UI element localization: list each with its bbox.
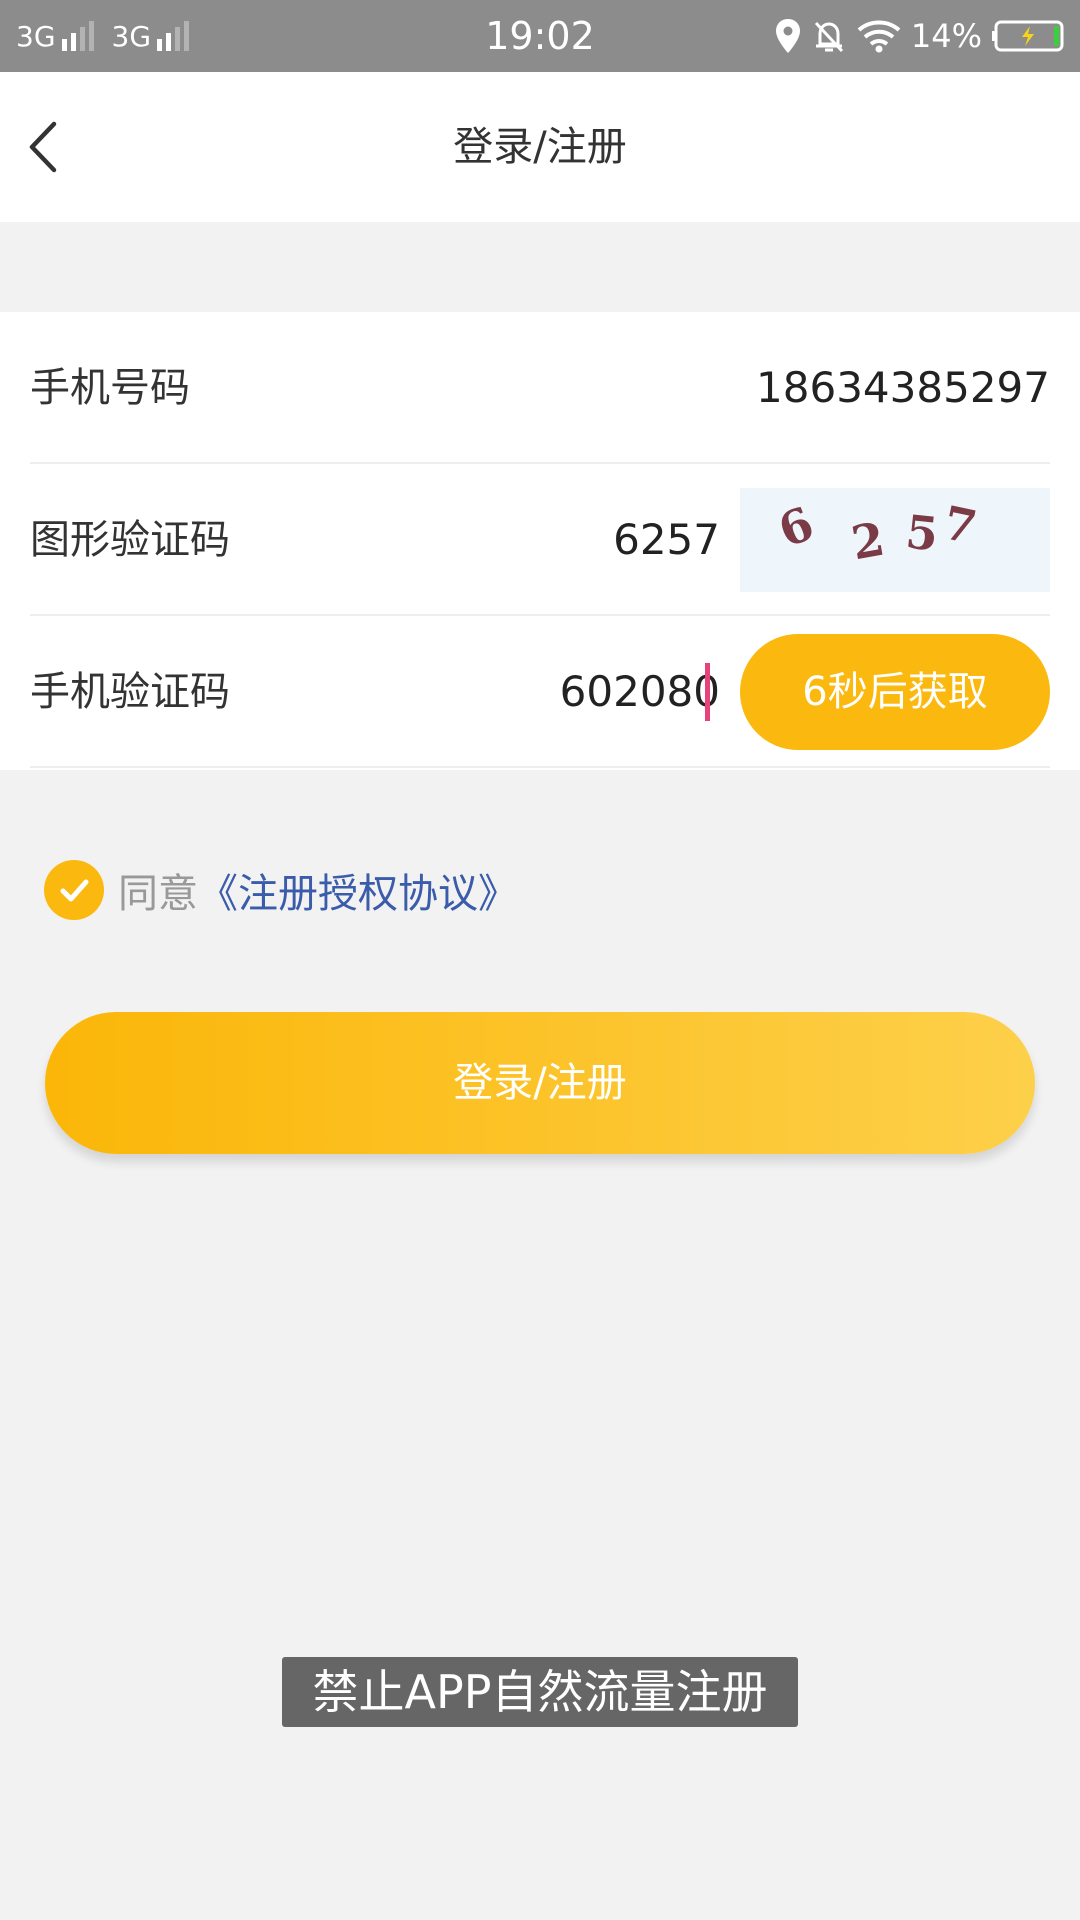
battery-charging-icon (992, 20, 1064, 52)
login-register-button[interactable]: 登录/注册 (45, 1012, 1035, 1154)
header: 登录/注册 (0, 72, 1080, 222)
captcha-label: 图形验证码 (30, 517, 230, 563)
location-icon (775, 19, 800, 53)
captcha-char: 2 (847, 511, 889, 571)
toast-message: 禁止APP自然流量注册 (282, 1657, 798, 1727)
alarm-off-icon (814, 21, 843, 53)
wifi-icon (857, 20, 901, 53)
login-form: 手机号码 18634385297 图形验证码 6257 6 2 5 7 手机验证… (0, 312, 1080, 770)
captcha-char: 7 (938, 495, 982, 555)
phone-row: 手机号码 18634385297 (30, 312, 1050, 464)
get-sms-code-button[interactable]: 6秒后获取 (740, 634, 1050, 750)
captcha-input[interactable]: 6257 (613, 464, 720, 616)
captcha-char: 5 (903, 504, 941, 562)
agreement-prefix: 同意 (118, 871, 198, 917)
agreement-link[interactable]: 《注册授权协议》 (198, 861, 518, 919)
phone-label: 手机号码 (30, 365, 190, 411)
agreement-row: 同意 《注册授权协议》 (44, 860, 518, 920)
status-bar: 3G 3G 19:02 14% (0, 0, 1080, 72)
sms-code-input[interactable]: 602080 (560, 616, 720, 768)
sms-row: 手机验证码 602080 6秒后获取 (30, 616, 1050, 768)
status-right: 14% (775, 0, 1066, 72)
battery-percent: 14% (910, 17, 982, 55)
captcha-char: 6 (771, 495, 821, 559)
phone-input[interactable]: 18634385297 (756, 312, 1050, 464)
captcha-row: 图形验证码 6257 6 2 5 7 (30, 464, 1050, 616)
check-circle-icon[interactable] (44, 860, 104, 920)
sms-label: 手机验证码 (30, 669, 230, 715)
captcha-image[interactable]: 6 2 5 7 (740, 488, 1050, 592)
page-title: 登录/注册 (453, 124, 627, 170)
text-cursor (705, 663, 710, 721)
